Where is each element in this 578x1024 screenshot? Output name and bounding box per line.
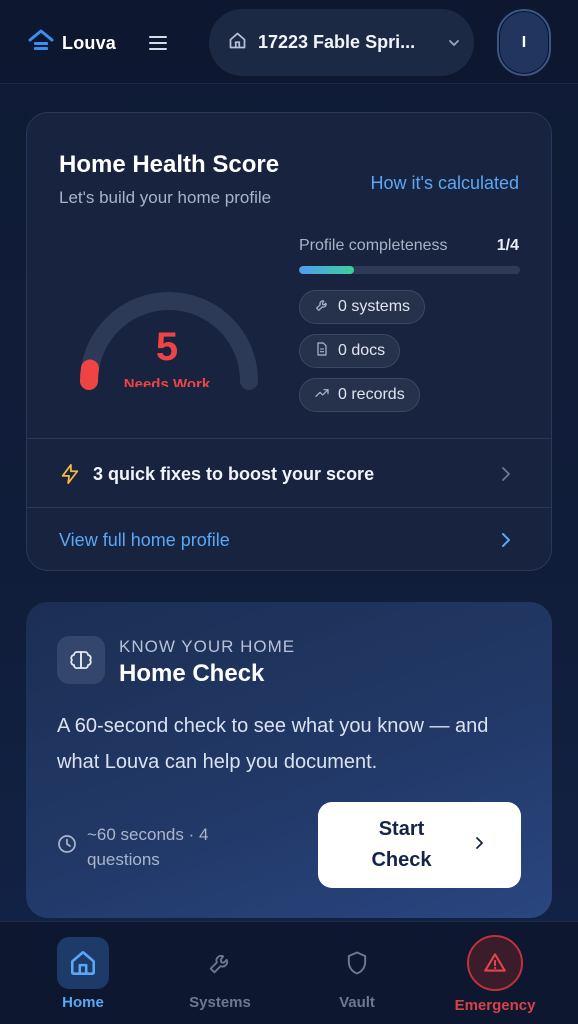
view-profile-link[interactable]: View full home profile (59, 530, 497, 551)
divider (27, 438, 551, 439)
score-title: Home Health Score (59, 151, 280, 178)
home-outline-icon (227, 30, 248, 56)
nav-systems[interactable]: Systems (165, 922, 275, 1024)
chip-label: 0 systems (338, 298, 411, 315)
trend-up-icon (314, 385, 330, 406)
app-root: Louva 17223 Fable Spri... I Home Health … (0, 0, 578, 1024)
top-header: Louva 17223 Fable Spri... I (0, 0, 578, 84)
chip-label: 0 docs (338, 342, 386, 359)
nav-label: Systems (189, 994, 251, 1011)
menu-icon[interactable] (146, 31, 170, 55)
home-icon (57, 937, 109, 989)
check-eyebrow: KNOW YOUR HOME (119, 637, 296, 656)
wrench-icon (194, 937, 246, 989)
quick-fixes-row[interactable]: 3 quick fixes to boost your score (27, 440, 551, 508)
warning-icon (467, 935, 523, 991)
chevron-down-icon (446, 35, 462, 51)
home-check-card: KNOW YOUR HOME Home Check A 60-second ch… (26, 602, 552, 918)
nav-vault[interactable]: Vault (302, 922, 412, 1024)
wrench-icon (314, 297, 330, 318)
check-description: A 60-second check to see what you know —… (57, 715, 489, 773)
nav-label: Vault (339, 994, 375, 1011)
chip-label: 0 records (338, 386, 405, 403)
nav-home[interactable]: Home (28, 922, 138, 1024)
score-status: Needs Work (123, 376, 211, 387)
how-calculated-link[interactable]: How it's calculated (371, 173, 520, 194)
chevron-right-icon (497, 531, 515, 549)
nav-emergency[interactable]: Emergency (440, 922, 550, 1024)
nav-label: Emergency (454, 997, 536, 1014)
address-text: 17223 Fable Spri... (258, 32, 416, 52)
clock-icon (57, 834, 77, 854)
nav-label: Home (62, 994, 104, 1011)
chip-records[interactable]: 0 records (299, 378, 420, 412)
bottom-navigation: Home Systems Vault Emergency (0, 921, 578, 1024)
completeness-progress-fill (299, 266, 355, 274)
view-profile-row[interactable]: View full home profile (27, 506, 551, 570)
check-title: Home Check (119, 660, 265, 687)
brand-name: Louva (62, 33, 117, 53)
completeness-label: Profile completeness (299, 237, 448, 254)
completeness-value: 1/4 (496, 237, 519, 254)
brand-logo[interactable]: Louva (28, 28, 116, 59)
completeness-progress-bar (299, 266, 520, 274)
user-avatar[interactable]: I (497, 9, 551, 76)
score-subtitle: Let's build your home profile (59, 188, 272, 207)
home-health-score-card: Home Health Score Let's build your home … (26, 112, 552, 571)
document-icon (314, 341, 330, 362)
score-number: 5 (155, 325, 179, 369)
chip-systems[interactable]: 0 systems (299, 290, 426, 324)
start-check-button[interactable]: Start Check (318, 802, 521, 888)
chevron-right-icon (497, 465, 515, 483)
address-selector[interactable]: 17223 Fable Spri... (209, 9, 474, 76)
quick-fixes-text: 3 quick fixes to boost your score (93, 463, 375, 484)
lightning-icon (59, 463, 81, 485)
house-logo-icon (28, 28, 54, 59)
shield-icon (331, 937, 383, 989)
start-check-label: Start Check (371, 818, 432, 871)
brain-icon (57, 636, 105, 684)
chevron-right-icon (452, 835, 488, 856)
time-estimate: ~60 seconds · 4 questions (87, 825, 209, 869)
chip-docs[interactable]: 0 docs (299, 334, 401, 368)
